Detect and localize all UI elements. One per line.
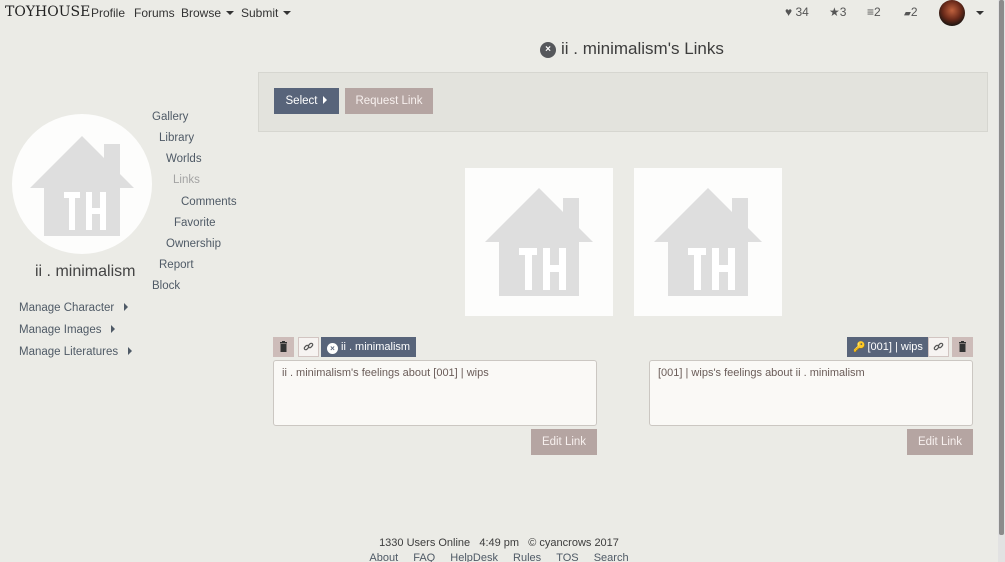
select-button[interactable]: Select [274,88,339,114]
footer-link-helpdesk[interactable]: HelpDesk [450,552,498,562]
lists-count: 2 [874,5,881,19]
caret-right-icon [323,96,328,104]
house-placeholder-icon [485,188,593,296]
manage-literatures-label: Manage Literatures [19,346,119,358]
scrollbar-thumb[interactable] [999,0,1004,535]
footer-status: 1330 Users Online 4:49 pm © cyancrows 20… [0,537,998,549]
trash-icon [959,341,966,352]
delete-link-button[interactable] [273,337,294,357]
manage-images-label: Manage Images [19,324,102,336]
key-icon: 🔑 [853,342,866,353]
copyright: © cyancrows 2017 [528,537,619,549]
chevron-down-icon[interactable] [976,11,984,15]
star-icon: ★ [829,5,840,19]
footer-link-tos[interactable]: TOS [556,552,578,562]
footer-links: About FAQ HelpDesk Rules TOS Search [0,552,998,562]
chevron-down-icon [283,11,292,15]
house-placeholder-icon [30,136,134,236]
messages-count: 2 [910,5,918,19]
request-link-button[interactable]: Request Link [345,88,433,114]
caret-right-icon [124,303,129,311]
heart-icon: ♥ [785,5,793,19]
users-online[interactable]: 1330 Users Online [379,537,470,549]
footer-link-about[interactable]: About [369,552,398,562]
nav-browse[interactable]: Browse [181,6,235,20]
character-chip-right-label: [001] | wips [867,341,923,353]
sidebar-item-comments[interactable]: Comments [181,196,237,208]
sidebar-item-favorite[interactable]: Favorite [174,217,216,229]
close-circle-icon[interactable]: × [327,343,338,354]
character-thumbnail-right[interactable] [634,168,782,316]
character-avatar[interactable] [12,114,152,254]
nav-profile[interactable]: Profile [91,6,125,20]
list-icon: ≡ [867,5,875,19]
site-logo[interactable]: TOYHOUSE [5,4,90,20]
nav-submit-label: Submit [241,6,279,20]
lists-counter[interactable]: ≡2 [867,5,881,19]
comments-icon: ▰ [904,8,911,18]
nav-forums[interactable]: Forums [134,6,175,20]
character-thumbnail-left[interactable] [465,168,613,316]
link-button[interactable] [928,337,949,357]
link-description-right[interactable]: [001] | wips's feelings about ii . minim… [649,360,973,426]
favorites-count: 34 [795,5,809,19]
sidebar-item-ownership[interactable]: Ownership [166,238,221,250]
manage-character-label: Manage Character [19,302,115,314]
favorites-counter[interactable]: ♥ 34 [785,5,809,19]
sidebar-item-worlds[interactable]: Worlds [166,153,202,165]
sidebar-item-gallery[interactable]: Gallery [152,111,188,123]
sidebar-item-report[interactable]: Report [159,259,194,271]
character-chip-right[interactable]: 🔑 [001] | wips [847,337,929,357]
page-title: × ii . minimalism's Links [540,39,724,59]
sidebar-item-library[interactable]: Library [159,132,194,144]
manage-literatures-menu[interactable]: Manage Literatures [19,346,133,358]
delete-link-button[interactable] [952,337,973,357]
select-button-label: Select [285,95,318,107]
nav-browse-label: Browse [181,6,222,20]
chain-link-icon [933,342,944,351]
link-description-left[interactable]: ii . minimalism's feelings about [001] |… [273,360,597,426]
sidebar-item-block[interactable]: Block [152,280,180,292]
footer-link-faq[interactable]: FAQ [413,552,435,562]
chevron-down-icon [226,11,235,15]
caret-right-icon [128,347,133,355]
footer-link-rules[interactable]: Rules [513,552,541,562]
edit-link-button-left[interactable]: Edit Link [531,429,597,455]
nav-submit[interactable]: Submit [241,6,292,20]
user-avatar[interactable] [939,0,965,26]
edit-link-button-right[interactable]: Edit Link [907,429,973,455]
caret-right-icon [111,325,116,333]
top-navigation: TOYHOUSE Profile Forums Browse Submit ♥ … [0,0,1005,26]
manage-character-menu[interactable]: Manage Character [19,302,129,314]
chain-link-icon [303,342,314,351]
character-chip-left[interactable]: × ii . minimalism [321,337,417,357]
close-circle-icon[interactable]: × [540,42,556,58]
house-placeholder-icon [654,188,762,296]
page-title-text: ii . minimalism's Links [561,39,724,58]
character-chip-left-label: ii . minimalism [341,341,411,353]
messages-counter[interactable]: ▰2 [904,5,918,19]
link-button[interactable] [298,337,319,357]
stars-counter[interactable]: ★3 [829,5,846,19]
trash-icon [280,341,287,352]
stars-count: 3 [839,5,847,19]
character-name: ii . minimalism [35,263,136,280]
footer-link-search[interactable]: Search [594,552,629,562]
manage-images-menu[interactable]: Manage Images [19,324,116,336]
server-time: 4:49 pm [479,537,520,549]
sidebar-item-links[interactable]: Links [173,174,200,186]
